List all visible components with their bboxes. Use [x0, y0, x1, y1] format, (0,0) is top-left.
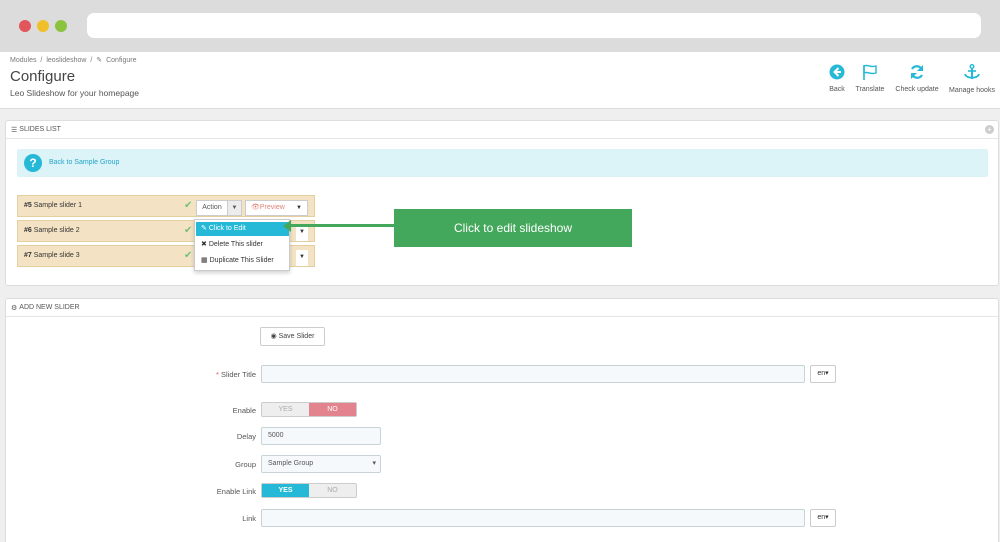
check-update-label: Check update: [895, 86, 939, 93]
enable-yes-option[interactable]: YES: [262, 403, 309, 416]
back-to-group-link[interactable]: Back to Sample Group: [49, 159, 119, 166]
delay-input[interactable]: 5000: [261, 427, 381, 445]
page-header: Modules / leoslideshow / ✎ Configure Con…: [0, 52, 1000, 109]
check-icon: ✔: [184, 225, 193, 236]
page: Modules / leoslideshow / ✎ Configure Con…: [0, 52, 1000, 542]
maximize-window-button[interactable]: [55, 20, 67, 32]
callout-arrow-head: [283, 220, 291, 232]
film-icon: ▦: [201, 257, 208, 264]
back-arrow-icon: [829, 64, 845, 80]
translate-button[interactable]: Translate: [853, 64, 887, 93]
save-icon: ◉: [270, 333, 277, 340]
browser-chrome: [0, 0, 1000, 52]
eye-icon: 👁: [251, 204, 260, 211]
list-icon: ☰: [11, 127, 18, 134]
wrench-icon: ✎: [96, 57, 103, 64]
add-circle-icon[interactable]: +: [985, 125, 994, 134]
page-title: Configure: [10, 68, 76, 85]
delete-slider-item[interactable]: ✖ Delete This slider: [196, 238, 289, 252]
check-icon: ✔: [184, 200, 193, 211]
slide-id: #7: [24, 252, 32, 259]
action-dropdown-menu: ✎ Click to Edit ✖ Delete This slider ▦ Dupl…: [194, 219, 290, 271]
back-to-group-bar: ? Back to Sample Group: [17, 149, 988, 177]
check-icon: ✔: [184, 250, 193, 261]
manage-hooks-label: Manage hooks: [949, 87, 995, 94]
add-slider-heading: ⚙ ADD NEW SLIDER: [6, 299, 998, 317]
slider-title-input[interactable]: [261, 365, 805, 383]
link-lang-select[interactable]: en▾: [810, 509, 836, 527]
enable-switch[interactable]: YES NO: [261, 402, 357, 417]
slide-name: Sample slide 3: [33, 252, 80, 259]
enable-link-yes-option[interactable]: YES: [262, 484, 309, 497]
click-to-edit-item[interactable]: ✎ Click to Edit: [196, 222, 289, 236]
group-select[interactable]: Sample Group ▾: [261, 455, 381, 473]
chevron-down-icon: ▼: [296, 205, 302, 211]
minimize-window-button[interactable]: [37, 20, 49, 32]
address-bar[interactable]: [87, 13, 981, 38]
manage-hooks-button[interactable]: Manage hooks: [946, 64, 998, 94]
preview-button[interactable]: 👁Preview ▼: [245, 200, 308, 216]
group-label: Group: [235, 460, 256, 469]
flag-icon: [863, 64, 877, 80]
back-label: Back: [829, 86, 845, 93]
breadcrumb-separator: /: [40, 57, 43, 64]
enable-no-option[interactable]: NO: [309, 403, 356, 416]
remove-circle-icon: ✖: [201, 241, 207, 248]
chevron-down-icon: ▾: [372, 460, 376, 467]
breadcrumb-separator: /: [90, 57, 93, 64]
enable-link-label: Enable Link: [216, 487, 256, 496]
link-input[interactable]: [261, 509, 805, 527]
edit-icon: ✎: [201, 225, 207, 232]
slider-title-lang-select[interactable]: en▾: [810, 365, 836, 383]
check-update-button[interactable]: Check update: [892, 64, 942, 93]
preview-dropdown-toggle[interactable]: ▼: [296, 225, 308, 241]
translate-label: Translate: [855, 86, 885, 93]
slide-id: #5: [24, 202, 32, 209]
question-icon: ?: [24, 154, 42, 172]
slides-list-heading: ☰ SLIDES LIST +: [6, 121, 998, 139]
refresh-icon: [910, 65, 924, 79]
add-slider-panel: ⚙ ADD NEW SLIDER ◉ Save Slider * Slider T…: [5, 298, 999, 542]
breadcrumb-leoslideshow[interactable]: leoslideshow: [46, 57, 86, 64]
slide-id: #6: [24, 227, 32, 234]
edit-callout: Click to edit slideshow: [394, 209, 632, 247]
slide-name: Sample slider 1: [33, 202, 82, 209]
anchor-icon: [964, 64, 980, 79]
close-window-button[interactable]: [19, 20, 31, 32]
enable-label: Enable: [232, 406, 256, 415]
action-button[interactable]: Action: [196, 200, 228, 216]
breadcrumb: Modules / leoslideshow / ✎ Configure: [10, 56, 138, 64]
save-slider-button[interactable]: ◉ Save Slider: [260, 327, 325, 346]
slides-list-panel: ☰ SLIDES LIST + ? Back to Sample Group #5…: [5, 120, 999, 286]
enable-link-no-option[interactable]: NO: [309, 484, 356, 497]
slide-name: Sample slide 2: [33, 227, 80, 234]
cogs-icon: ⚙: [11, 305, 18, 312]
slide-row[interactable]: #5 Sample slider 1 ✔ Action ▼ 👁Preview ▼: [17, 195, 315, 217]
slider-title-label: * Slider Title: [215, 370, 256, 379]
breadcrumb-configure: Configure: [106, 57, 137, 64]
back-button[interactable]: Back: [826, 64, 848, 93]
preview-dropdown-toggle[interactable]: ▼: [296, 250, 308, 266]
duplicate-slider-item[interactable]: ▦ Duplicate This Slider: [196, 254, 289, 268]
action-dropdown-toggle[interactable]: ▼: [227, 200, 242, 216]
delay-label: Delay: [236, 432, 256, 441]
enable-link-switch[interactable]: YES NO: [261, 483, 357, 498]
page-subtitle: Leo Slideshow for your homepage: [10, 88, 139, 98]
link-label: Link: [242, 514, 256, 523]
breadcrumb-modules[interactable]: Modules: [10, 57, 36, 64]
callout-arrow-line: [287, 224, 395, 227]
